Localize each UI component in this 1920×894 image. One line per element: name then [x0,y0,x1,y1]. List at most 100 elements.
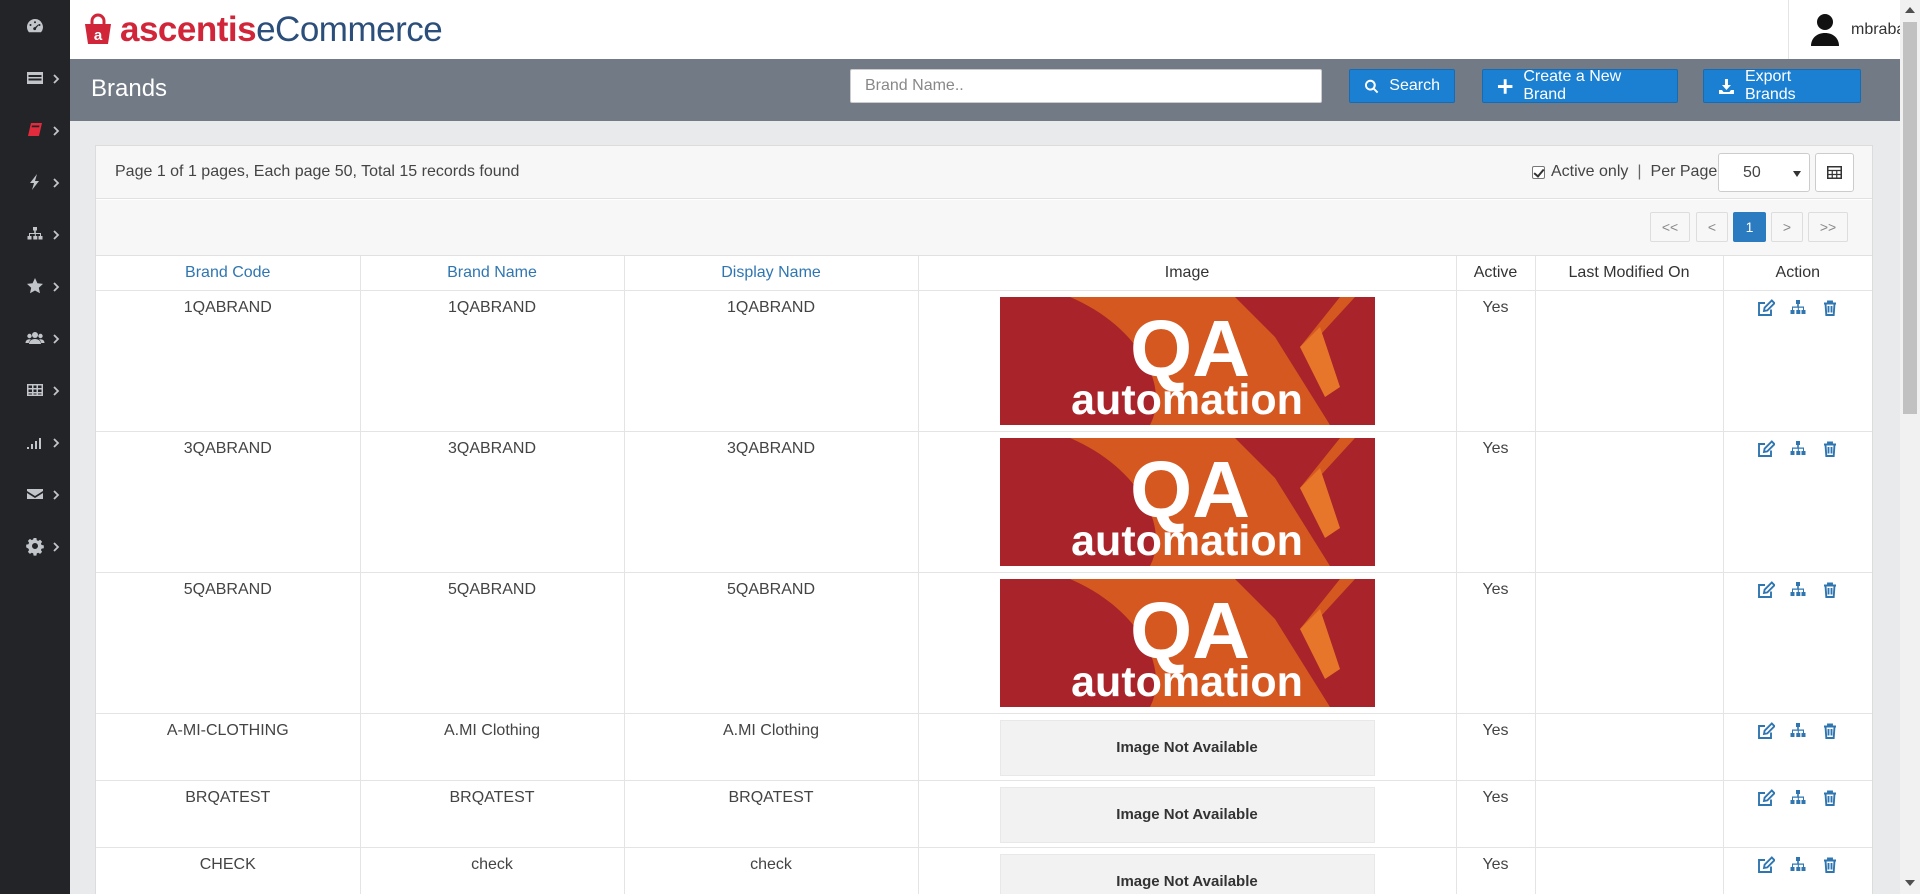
next-page-button[interactable]: > [1771,212,1803,242]
chevron-right-icon [52,332,60,344]
image-cell: QA automation [918,290,1457,432]
brand-name-cell: A.MI Clothing [360,713,625,781]
sidebar-item-promotions[interactable] [0,162,70,202]
sidebar-nav [0,0,70,894]
image-cell: Image Not Available [918,780,1457,848]
table-row[interactable]: BRQATEST BRQATEST BRQATEST Image Not Ava… [96,780,1872,848]
trash-icon[interactable] [1821,440,1839,458]
active-only-checkbox[interactable] [1532,165,1545,179]
scroll-up-arrow-icon[interactable] [1905,7,1915,13]
action-header: Action [1723,256,1872,291]
brand-code-cell: 5QABRAND [96,572,361,714]
last-modified-cell [1535,431,1724,573]
action-cell [1723,572,1872,714]
sidebar-item-reports[interactable] [0,422,70,462]
top-header: a ascentiseCommerce mbrabante [70,0,1920,59]
trash-icon[interactable] [1821,722,1839,740]
sitemap-icon[interactable] [1789,299,1807,317]
table-row[interactable]: 5QABRAND 5QABRAND 5QABRAND QA automation … [96,572,1872,714]
active-only-label: Active only [1551,163,1629,180]
chevron-right-icon [52,540,60,552]
last-page-button[interactable]: >> [1808,212,1848,242]
edit-icon[interactable] [1757,580,1775,599]
brand-name-search-input[interactable] [850,69,1322,103]
create-brand-button[interactable]: Create a New Brand [1482,68,1678,103]
edit-icon[interactable] [1757,439,1775,458]
table-row[interactable]: 1QABRAND 1QABRAND 1QABRAND QA automation … [96,290,1872,432]
first-page-button[interactable]: << [1650,212,1690,242]
table-icon [1827,166,1842,179]
page-title: Brands [91,75,168,102]
sitemap-icon[interactable] [1789,581,1807,599]
edit-icon[interactable] [1757,855,1775,874]
display-name-header[interactable]: Display Name [624,256,919,291]
active-cell: Yes [1456,290,1536,432]
brand-name-header[interactable]: Brand Name [360,256,625,291]
chevron-right-icon [52,436,60,448]
sidebar-item-structure[interactable] [0,214,70,254]
page-scrollbar[interactable] [1900,0,1920,894]
table-row[interactable]: 3QABRAND 3QABRAND 3QABRAND QA automation … [96,431,1872,573]
export-brands-button[interactable]: Export Brands [1703,68,1861,103]
last-modified-cell [1535,290,1724,432]
action-cell [1723,290,1872,432]
image-cell: QA automation [918,572,1457,714]
sitemap-icon[interactable] [1789,856,1807,874]
edit-icon[interactable] [1757,298,1775,317]
svg-text:a: a [94,27,103,44]
trash-icon[interactable] [1821,581,1839,599]
sidebar-item-tables[interactable] [0,370,70,410]
column-chooser-button[interactable] [1815,153,1854,192]
edit-icon[interactable] [1757,788,1775,807]
action-cell [1723,780,1872,848]
display-name-cell: 1QABRAND [624,290,919,432]
active-only-filter: Active only | Per Page [1532,163,1717,181]
action-cell [1723,431,1872,573]
image-cell: Image Not Available [918,713,1457,781]
table-header-row: Brand Code Brand Name Display Name Image… [96,256,1872,291]
listing-toolbar: Page 1 of 1 pages, Each page 50, Total 1… [96,146,1872,199]
page-1-button[interactable]: 1 [1733,212,1766,242]
trash-icon[interactable] [1821,789,1839,807]
sidebar-item-favorites[interactable] [0,266,70,306]
brand-code-cell: CHECK [96,847,361,894]
brand-name-cell: 3QABRAND [360,431,625,573]
prev-page-button[interactable]: < [1696,212,1728,242]
active-cell: Yes [1456,780,1536,848]
trash-icon[interactable] [1821,299,1839,317]
search-button[interactable]: Search [1349,69,1455,103]
app-logo[interactable]: a ascentiseCommerce [80,10,443,50]
per-page-select[interactable]: 50 [1718,153,1810,192]
image-cell: Image Not Available [918,847,1457,894]
edit-icon[interactable] [1757,721,1775,740]
active-cell: Yes [1456,431,1536,573]
table-row[interactable]: CHECK check check Image Not Available Ye… [96,847,1872,894]
brand-code-cell: 3QABRAND [96,431,361,573]
sitemap-icon[interactable] [1789,722,1807,740]
image-not-available: Image Not Available [999,853,1375,894]
sidebar-item-dashboard[interactable] [0,6,70,46]
brand-name-cell: BRQATEST [360,780,625,848]
sidebar-item-messages[interactable] [0,474,70,514]
trash-icon[interactable] [1821,856,1839,874]
brand-code-header[interactable]: Brand Code [96,256,361,291]
page-header: Brands Search Create a New Brand Export … [70,59,1900,121]
sitemap-icon[interactable] [1789,440,1807,458]
envelope-icon [27,489,43,499]
sidebar-item-brands[interactable] [0,110,70,150]
pagination: << < 1 > >> [96,200,1872,256]
scrollbar-thumb[interactable] [1903,22,1917,414]
dashboard-icon [27,19,43,33]
image-cell: QA automation [918,431,1457,573]
last-modified-cell [1535,847,1724,894]
scroll-down-arrow-icon[interactable] [1905,880,1915,886]
sitemap-icon[interactable] [1789,789,1807,807]
sidebar-item-settings[interactable] [0,526,70,566]
brand-image: QAautomation [999,296,1375,425]
table-row[interactable]: A-MI-CLOTHING A.MI Clothing A.MI Clothin… [96,713,1872,781]
users-icon [25,332,45,344]
sidebar-item-customers[interactable] [0,318,70,358]
last-modified-header: Last Modified On [1535,256,1724,291]
chevron-right-icon [52,72,60,84]
sidebar-item-catalog[interactable] [0,58,70,98]
